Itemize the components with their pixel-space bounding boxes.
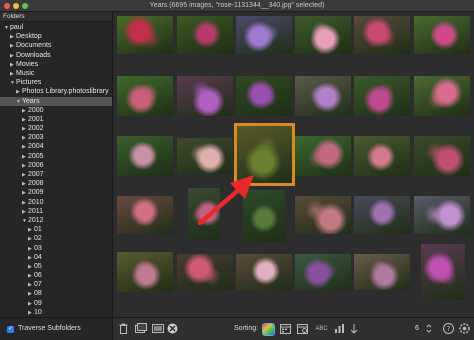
sort-by-created-icon[interactable] <box>296 323 308 336</box>
folder-item[interactable]: ▶ Music <box>0 69 112 78</box>
sort-by-date-icon[interactable] <box>279 323 291 336</box>
folder-label: Photos Library.photoslibrary <box>22 88 109 96</box>
folder-label: Movies <box>16 60 39 68</box>
folder-item[interactable]: ▶ 2006 <box>0 161 112 170</box>
folder-item[interactable]: ▼Years <box>0 96 112 106</box>
folder-item[interactable]: ▶ 2000 <box>0 106 112 115</box>
folder-item[interactable]: ▶ Photos Library.photoslibrary <box>0 87 112 96</box>
folder-item[interactable]: ▶ 08 <box>0 289 112 298</box>
folder-item[interactable]: ▼Pictures <box>0 78 112 87</box>
folder-label: Downloads <box>16 51 51 59</box>
folder-tree: ▼paul ▶ Desktop ▶ Documents ▶ Downloads ▶ Movies… <box>0 22 112 317</box>
settings-gear-icon[interactable] <box>458 323 470 336</box>
folder-label: 2001 <box>28 115 44 123</box>
folder-item[interactable]: ▶ 2001 <box>0 115 112 124</box>
folder-item[interactable]: ▶ 05 <box>0 262 112 271</box>
folder-label: 2002 <box>28 125 44 133</box>
folder-label: 2006 <box>28 161 44 169</box>
sort-by-name-button[interactable]: ABC <box>313 323 330 336</box>
cancel-icon[interactable] <box>167 323 178 336</box>
folder-item[interactable]: ▶ 2003 <box>0 133 112 142</box>
folder-label: 06 <box>34 272 42 280</box>
folder-item[interactable]: ▶ 2008 <box>0 179 112 188</box>
svg-text:?: ? <box>447 325 451 333</box>
folder-label: Music <box>16 69 35 77</box>
copy-to-folder-icon[interactable] <box>134 323 147 336</box>
window-title: Years (6695 images, "rose-1131344__340.j… <box>149 2 325 9</box>
folder-item[interactable]: ▼2012 <box>0 216 112 225</box>
folder-label: Pictures <box>16 79 42 87</box>
folder-label: 04 <box>34 253 42 261</box>
folder-label: 07 <box>34 281 42 289</box>
folder-item[interactable]: ▶ Documents <box>0 41 112 50</box>
thumbnail-size-stepper[interactable] <box>425 323 433 336</box>
folder-label: 08 <box>34 290 42 298</box>
folder-label: 2012 <box>28 216 44 224</box>
folder-item[interactable]: ▶ 2009 <box>0 188 112 197</box>
folders-sidebar: Folders ▼paul ▶ Desktop ▶ Documents ▶ Download… <box>0 12 113 317</box>
folder-item[interactable]: ▶ Desktop <box>0 32 112 41</box>
folder-item[interactable]: ▶ 07 <box>0 280 112 289</box>
folder-item[interactable]: ▶ 2004 <box>0 142 112 151</box>
folder-label: Documents <box>16 42 52 50</box>
traverse-subfolders-checkbox[interactable]: ✓ <box>7 326 14 333</box>
folder-label: Years <box>22 97 40 105</box>
folder-item[interactable]: ▶ 06 <box>0 271 112 280</box>
folder-item[interactable]: ▶ 2007 <box>0 170 112 179</box>
folder-label: Desktop <box>16 33 42 41</box>
traverse-area: ✓ Traverse Subfolders <box>0 318 113 340</box>
bottom-toolbar: ✓ Traverse Subfolders Sorting: ABC 6 ? <box>0 317 474 340</box>
folder-label: 2004 <box>28 143 44 151</box>
folder-label: 03 <box>34 244 42 252</box>
folder-item[interactable]: ▶ 2010 <box>0 198 112 207</box>
folder-label: 09 <box>34 299 42 307</box>
folder-label: 2003 <box>28 134 44 142</box>
folder-label: 2007 <box>28 171 44 178</box>
help-icon[interactable]: ? <box>443 323 454 336</box>
folder-item[interactable]: ▶ 01 <box>0 225 112 234</box>
sort-direction-icon[interactable] <box>349 323 359 336</box>
folder-item[interactable]: ▶ 2002 <box>0 124 112 133</box>
sort-by-color-button[interactable] <box>262 323 275 336</box>
folder-label: 2008 <box>28 180 44 188</box>
folder-item[interactable]: ▶ 04 <box>0 253 112 262</box>
folder-label: 05 <box>34 262 42 270</box>
folder-item[interactable]: ▶ 02 <box>0 234 112 243</box>
folder-item[interactable]: ▶ 2005 <box>0 152 112 161</box>
folder-item[interactable]: ▶ 09 <box>0 299 112 308</box>
trash-icon[interactable] <box>118 323 129 336</box>
folder-label: 2000 <box>28 106 44 114</box>
folders-header: Folders <box>0 12 112 22</box>
folder-label: paul <box>10 24 24 31</box>
thumbnail-count: 6 <box>415 325 419 332</box>
folder-item[interactable]: ▶ Downloads <box>0 51 112 60</box>
folder-item[interactable]: ▼paul <box>0 23 112 32</box>
folder-item[interactable]: ▶ Movies <box>0 60 112 69</box>
folder-item[interactable]: ▶ 10 <box>0 308 112 317</box>
folder-item[interactable]: ▶ 03 <box>0 244 112 253</box>
folder-label: 10 <box>34 308 42 316</box>
annotation-arrow-icon <box>197 175 254 226</box>
folder-label: 2009 <box>28 189 44 197</box>
thumbnail-grid[interactable] <box>114 12 474 317</box>
traverse-subfolders-label: Traverse Subfolders <box>18 325 81 332</box>
folder-label: 02 <box>34 235 42 243</box>
folder-label: 2011 <box>28 207 44 215</box>
folder-item[interactable]: ▶ 2011 <box>0 207 112 216</box>
window-titlebar: Years (6695 images, "rose-1131344__340.j… <box>0 0 474 12</box>
folder-label: 2005 <box>28 152 44 160</box>
sort-by-size-icon[interactable] <box>333 323 345 336</box>
folder-label: 01 <box>34 226 42 234</box>
folder-label: 2010 <box>28 198 44 206</box>
move-to-folder-icon[interactable] <box>151 323 164 336</box>
sorting-label: Sorting: <box>234 325 259 332</box>
